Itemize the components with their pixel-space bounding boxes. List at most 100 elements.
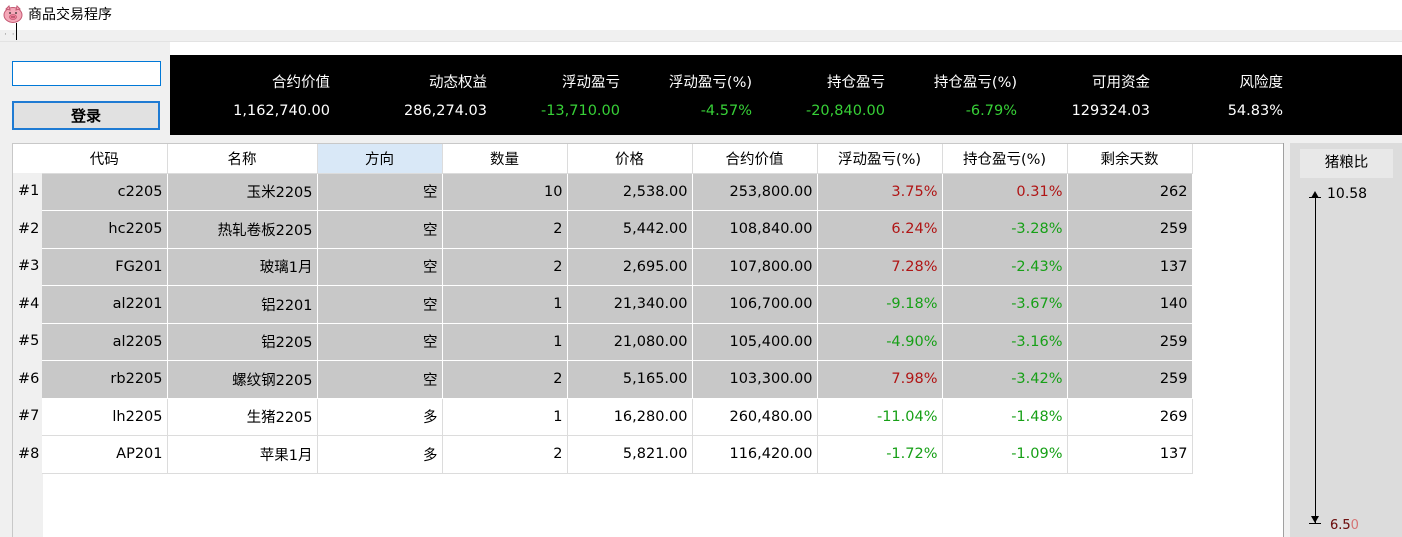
- cell-code[interactable]: rb2205: [42, 360, 168, 399]
- positions-table[interactable]: 代码 名称 方向 数量 价格 合约价值 浮动盈亏(%) 持仓盈亏(%) 剩余天数…: [42, 144, 1193, 474]
- cell-price[interactable]: 5,165.00: [567, 360, 693, 399]
- hog-grain-ratio-panel: 猪粮比: [1290, 143, 1402, 537]
- cell-code[interactable]: al2201: [42, 285, 168, 324]
- cell-floating-pnl-pct[interactable]: -4.90%: [817, 323, 943, 361]
- cell-direction[interactable]: 多: [317, 435, 443, 474]
- cell-position-pnl-pct[interactable]: -3.28%: [942, 210, 1068, 249]
- column-header-remaining-days[interactable]: 剩余天数: [1067, 144, 1193, 174]
- cell-quantity[interactable]: 1: [442, 285, 568, 324]
- cell-code[interactable]: hc2205: [42, 210, 168, 249]
- cell-contract-value[interactable]: 103,300.00: [692, 360, 818, 399]
- cell-price[interactable]: 2,538.00: [567, 173, 693, 211]
- cell-quantity[interactable]: 1: [442, 323, 568, 361]
- column-header-quantity[interactable]: 数量: [442, 144, 568, 174]
- cell-name[interactable]: 玻璃1月: [167, 248, 318, 286]
- cell-floating-pnl-pct[interactable]: -1.72%: [817, 435, 943, 474]
- row-number: #7: [18, 408, 40, 424]
- cell-quantity[interactable]: 2: [442, 210, 568, 249]
- cell-direction[interactable]: 空: [317, 360, 443, 399]
- cell-direction[interactable]: 空: [317, 323, 443, 361]
- table-row[interactable]: al2201 铝2201 空 1 21,340.00 106,700.00 -9…: [42, 285, 1193, 324]
- cell-position-pnl-pct[interactable]: -2.43%: [942, 248, 1068, 286]
- table-row[interactable]: FG201 玻璃1月 空 2 2,695.00 107,800.00 7.28%…: [42, 248, 1193, 286]
- table-row[interactable]: rb2205 螺纹钢2205 空 2 5,165.00 103,300.00 7…: [42, 360, 1193, 399]
- column-header-code[interactable]: 代码: [42, 144, 168, 174]
- cell-code[interactable]: al2205: [42, 323, 168, 361]
- cell-position-pnl-pct[interactable]: -1.09%: [942, 435, 1068, 474]
- cell-remaining-days[interactable]: 137: [1067, 248, 1193, 286]
- cell-contract-value[interactable]: 106,700.00: [692, 285, 818, 324]
- cell-quantity[interactable]: 2: [442, 360, 568, 399]
- table-row[interactable]: hc2205 热轧卷板2205 空 2 5,442.00 108,840.00 …: [42, 210, 1193, 249]
- column-header-name[interactable]: 名称: [167, 144, 318, 174]
- cell-price[interactable]: 21,080.00: [567, 323, 693, 361]
- cell-contract-value[interactable]: 253,800.00: [692, 173, 818, 211]
- column-header-price[interactable]: 价格: [567, 144, 693, 174]
- table-row[interactable]: lh2205 生猪2205 多 1 16,280.00 260,480.00 -…: [42, 398, 1193, 436]
- cell-contract-value[interactable]: 105,400.00: [692, 323, 818, 361]
- cell-name[interactable]: 热轧卷板2205: [167, 210, 318, 249]
- cell-quantity[interactable]: 10: [442, 173, 568, 211]
- splitter[interactable]: [1283, 143, 1284, 537]
- cell-contract-value[interactable]: 260,480.00: [692, 398, 818, 436]
- cell-quantity[interactable]: 2: [442, 248, 568, 286]
- gauge-max-label: 10.58: [1327, 186, 1368, 202]
- cell-price[interactable]: 2,695.00: [567, 248, 693, 286]
- cell-name[interactable]: 螺纹钢2205: [167, 360, 318, 399]
- cell-position-pnl-pct[interactable]: -3.42%: [942, 360, 1068, 399]
- cell-floating-pnl-pct[interactable]: 7.98%: [817, 360, 943, 399]
- cell-remaining-days[interactable]: 269: [1067, 398, 1193, 436]
- cell-floating-pnl-pct[interactable]: 6.24%: [817, 210, 943, 249]
- cell-position-pnl-pct[interactable]: -3.16%: [942, 323, 1068, 361]
- column-header-position-pnl-pct[interactable]: 持仓盈亏(%): [942, 144, 1068, 174]
- cell-quantity[interactable]: 1: [442, 398, 568, 436]
- cell-code[interactable]: AP201: [42, 435, 168, 474]
- cell-price[interactable]: 16,280.00: [567, 398, 693, 436]
- cell-contract-value[interactable]: 107,800.00: [692, 248, 818, 286]
- cell-floating-pnl-pct[interactable]: -9.18%: [817, 285, 943, 324]
- cell-floating-pnl-pct[interactable]: 3.75%: [817, 173, 943, 211]
- cell-code[interactable]: FG201: [42, 248, 168, 286]
- cell-floating-pnl-pct[interactable]: -11.04%: [817, 398, 943, 436]
- column-header-contract-value[interactable]: 合约价值: [692, 144, 818, 174]
- cell-direction[interactable]: 空: [317, 248, 443, 286]
- cell-name[interactable]: 铝2201: [167, 285, 318, 324]
- row-number: #2: [18, 221, 40, 237]
- cell-contract-value[interactable]: 116,420.00: [692, 435, 818, 474]
- column-header-floating-pnl-pct[interactable]: 浮动盈亏(%): [817, 144, 943, 174]
- cell-remaining-days[interactable]: 137: [1067, 435, 1193, 474]
- cell-position-pnl-pct[interactable]: -1.48%: [942, 398, 1068, 436]
- row-number: #4: [18, 296, 40, 312]
- cell-contract-value[interactable]: 108,840.00: [692, 210, 818, 249]
- row-number: #3: [18, 258, 40, 274]
- cell-price[interactable]: 21,340.00: [567, 285, 693, 324]
- cell-direction[interactable]: 多: [317, 398, 443, 436]
- cell-floating-pnl-pct[interactable]: 7.28%: [817, 248, 943, 286]
- cell-quantity[interactable]: 2: [442, 435, 568, 474]
- cell-code[interactable]: lh2205: [42, 398, 168, 436]
- cell-name[interactable]: 铝2205: [167, 323, 318, 361]
- cell-price[interactable]: 5,442.00: [567, 210, 693, 249]
- table-row[interactable]: al2205 铝2205 空 1 21,080.00 105,400.00 -4…: [42, 323, 1193, 361]
- cell-remaining-days[interactable]: 140: [1067, 285, 1193, 324]
- table-row[interactable]: AP201 苹果1月 多 2 5,821.00 116,420.00 -1.72…: [42, 435, 1193, 474]
- cell-direction[interactable]: 空: [317, 285, 443, 324]
- cell-name[interactable]: 生猪2205: [167, 398, 318, 436]
- cell-price[interactable]: 5,821.00: [567, 435, 693, 474]
- cell-remaining-days[interactable]: 259: [1067, 210, 1193, 249]
- cell-position-pnl-pct[interactable]: 0.31%: [942, 173, 1068, 211]
- cell-direction[interactable]: 空: [317, 173, 443, 211]
- row-number: #5: [18, 333, 40, 349]
- cell-code[interactable]: c2205: [42, 173, 168, 211]
- cell-remaining-days[interactable]: 262: [1067, 173, 1193, 211]
- cell-direction[interactable]: 空: [317, 210, 443, 249]
- cell-position-pnl-pct[interactable]: -3.67%: [942, 285, 1068, 324]
- cell-name[interactable]: 苹果1月: [167, 435, 318, 474]
- column-header-direction[interactable]: 方向: [317, 144, 443, 174]
- login-panel: 登录: [0, 42, 170, 143]
- cell-remaining-days[interactable]: 259: [1067, 360, 1193, 399]
- summary-value-risk: 54.83%: [1227, 103, 1283, 119]
- cell-name[interactable]: 玉米2205: [167, 173, 318, 211]
- cell-remaining-days[interactable]: 259: [1067, 323, 1193, 361]
- table-row[interactable]: c2205 玉米2205 空 10 2,538.00 253,800.00 3.…: [42, 173, 1193, 211]
